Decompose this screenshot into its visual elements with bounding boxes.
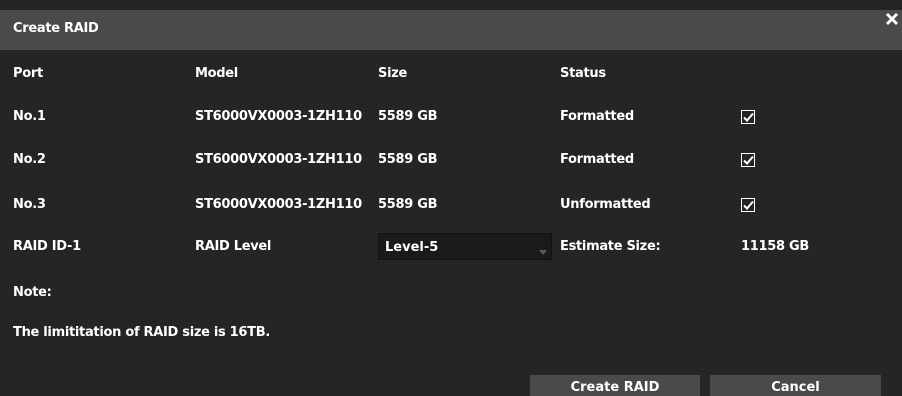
close-icon[interactable] (882, 8, 902, 30)
note-text: The limititation of RAID size is 16TB. (13, 325, 270, 340)
column-header-size: Size (378, 66, 408, 81)
disk-port: No.2 (13, 152, 46, 167)
create-raid-button[interactable]: Create RAID (530, 375, 700, 396)
dialog-titlebar: Create RAID (0, 10, 902, 50)
disk-size: 5589 GB (378, 109, 438, 124)
raid-level-label: RAID Level (195, 239, 272, 254)
disk-size: 5589 GB (378, 197, 438, 212)
estimate-size-label: Estimate Size: (560, 239, 661, 254)
disk-status: Unformatted (560, 197, 651, 212)
checkmark-icon (742, 112, 754, 122)
checkmark-icon (742, 200, 754, 210)
dropdown-arrow-icon (539, 250, 547, 255)
estimate-size-value: 11158 GB (741, 239, 809, 254)
cancel-button[interactable]: Cancel (710, 375, 881, 396)
disk-size: 5589 GB (378, 152, 438, 167)
disk-model: ST6000VX0003-1ZH110 (195, 152, 362, 167)
raid-level-select[interactable]: Level-5 (378, 233, 552, 260)
disk-select-checkbox[interactable] (741, 198, 755, 212)
column-header-model: Model (195, 66, 238, 81)
disk-status: Formatted (560, 109, 634, 124)
dialog-title: Create RAID (13, 21, 99, 36)
disk-select-checkbox[interactable] (741, 110, 755, 124)
column-header-port: Port (13, 66, 43, 81)
raid-id-label: RAID ID-1 (13, 239, 81, 254)
disk-model: ST6000VX0003-1ZH110 (195, 197, 362, 212)
disk-status: Formatted (560, 152, 634, 167)
checkmark-icon (742, 155, 754, 165)
disk-model: ST6000VX0003-1ZH110 (195, 109, 362, 124)
disk-port: No.3 (13, 197, 46, 212)
column-header-status: Status (560, 66, 606, 81)
raid-level-value: Level-5 (385, 240, 439, 255)
note-label: Note: (13, 285, 52, 300)
disk-select-checkbox[interactable] (741, 153, 755, 167)
disk-port: No.1 (13, 109, 46, 124)
